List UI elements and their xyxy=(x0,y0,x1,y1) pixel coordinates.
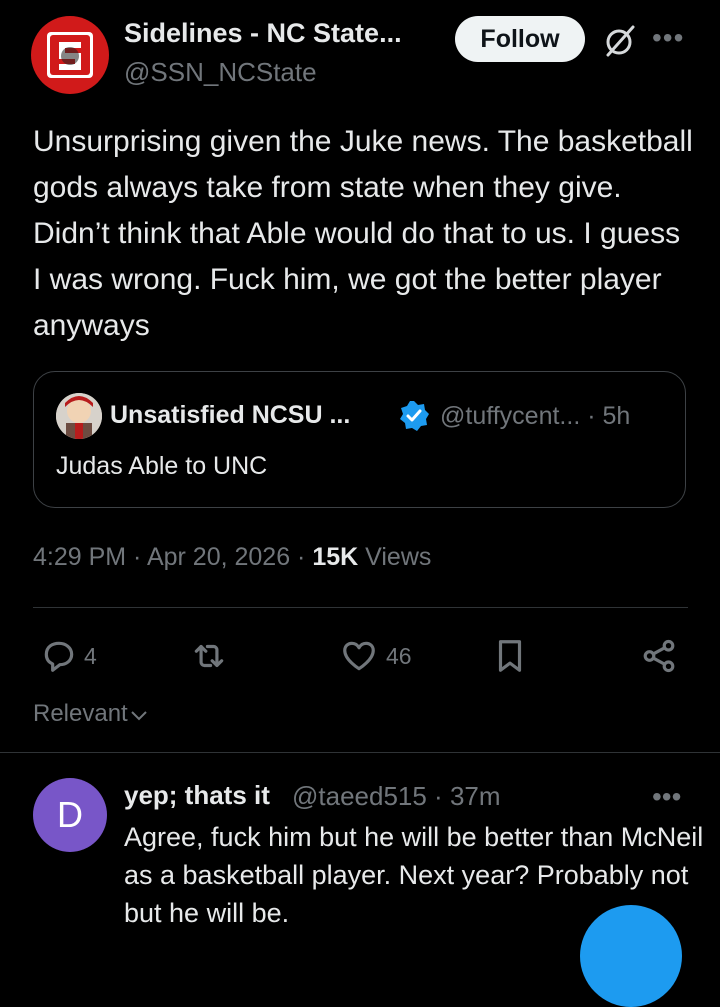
quoted-author-handle: @tuffycent... · 5h xyxy=(440,402,631,430)
compose-button[interactable] xyxy=(580,905,682,1007)
divider xyxy=(0,752,720,753)
reply-icon xyxy=(44,641,74,672)
reply-more-options-icon[interactable]: ••• xyxy=(652,781,681,813)
sort-dropdown[interactable]: Relevant xyxy=(33,700,148,728)
quoted-author-name: Unsatisfied NCSU ... xyxy=(110,401,351,429)
tweet-timestamp[interactable]: 4:29 PM · Apr 20, 2026 · xyxy=(33,543,312,571)
reply-author-handle[interactable]: @taeed515 · 37m xyxy=(292,781,501,812)
bookmark-button[interactable] xyxy=(491,636,529,676)
reply-count: 4 xyxy=(84,642,97,669)
repost-icon xyxy=(194,644,224,668)
more-options-icon[interactable]: ••• xyxy=(652,22,684,54)
heart-icon xyxy=(343,641,375,671)
chevron-down-icon xyxy=(131,710,147,721)
share-button[interactable] xyxy=(640,636,678,676)
quoted-tweet[interactable] xyxy=(33,371,686,508)
reply-author-name[interactable]: yep; thats it xyxy=(124,780,270,811)
like-button[interactable]: 46 xyxy=(340,636,412,676)
author-avatar[interactable] xyxy=(31,16,109,94)
reply-author-avatar[interactable]: D xyxy=(33,778,107,852)
share-icon xyxy=(643,639,675,673)
like-count: 46 xyxy=(386,642,412,669)
quoted-tweet-text: Judas Able to UNC xyxy=(56,452,268,480)
repost-button[interactable] xyxy=(190,636,228,676)
tweet-text: Unsurprising given the Juke news. The ba… xyxy=(33,125,693,342)
verified-badge-icon xyxy=(398,400,430,432)
reply-button[interactable]: 4 xyxy=(40,636,97,676)
wolf-logo-icon xyxy=(47,32,93,78)
follow-button[interactable]: Follow xyxy=(455,16,585,62)
quoted-author-avatar xyxy=(56,393,102,439)
divider xyxy=(33,607,688,608)
views-count: 15K xyxy=(312,543,359,571)
tweet-meta: 4:29 PM · Apr 20, 2026 · 15K Views xyxy=(33,543,431,572)
views-label: Views xyxy=(358,543,432,571)
author-name[interactable]: Sidelines - NC State... xyxy=(124,18,402,49)
sort-label: Relevant xyxy=(33,700,128,727)
bookmark-icon xyxy=(498,640,522,672)
author-handle[interactable]: @SSN_NCState xyxy=(124,57,317,88)
grok-icon[interactable] xyxy=(600,22,638,60)
